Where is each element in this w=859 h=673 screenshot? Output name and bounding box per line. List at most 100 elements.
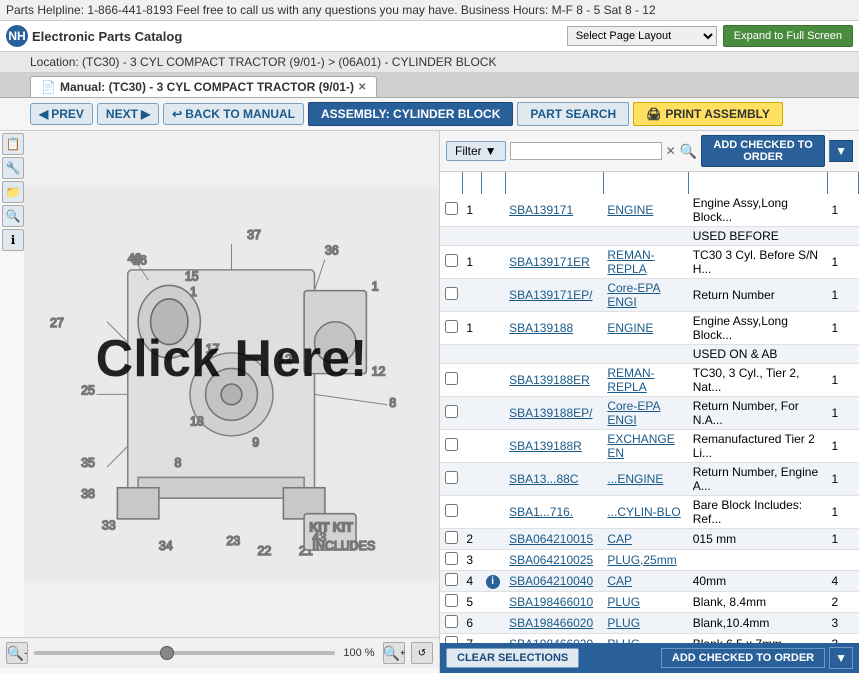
row-part-number[interactable]: SBA198466020 (505, 613, 603, 634)
info-icon[interactable]: i (486, 575, 500, 589)
row-checkbox[interactable] (445, 504, 458, 517)
table-row: 3SBA064210025PLUG,25mm (440, 550, 859, 571)
back-to-manual-button[interactable]: ↩ BACK TO MANUAL (163, 103, 304, 125)
row-checkbox[interactable] (445, 320, 458, 333)
row-part-number[interactable]: SBA064210015 (505, 529, 603, 550)
row-part-number[interactable]: SBA139188EP/ (505, 397, 603, 430)
expand-button[interactable]: Expand to Full Screen (723, 25, 853, 47)
diagram-area[interactable]: 27 26 25 37 36 1 35 38 33 34 23 22 21 20 (24, 131, 439, 637)
row-checkbox[interactable] (445, 471, 458, 484)
row-number (462, 364, 481, 397)
zoom-in-button[interactable]: 🔍+ (383, 642, 405, 664)
part-name-link[interactable]: ...CYLIN-BLO (607, 505, 680, 519)
part-number-link[interactable]: SBA139188 (509, 321, 573, 335)
row-part-number[interactable]: SBA139188ER (505, 364, 603, 397)
part-number-link[interactable]: SBA139171 (509, 203, 573, 217)
add-order-dropdown-icon[interactable]: ▼ (829, 140, 853, 162)
col-part-name: Part Name (603, 172, 688, 194)
col-part-num: Part # (505, 172, 603, 194)
row-checkbox[interactable] (445, 552, 458, 565)
row-part-name: REMAN-REPLA (603, 246, 688, 279)
part-number-link[interactable]: SBA198466010 (509, 595, 593, 609)
part-search-button[interactable]: PART SEARCH (517, 102, 629, 126)
back-icon: ↩ (172, 107, 182, 121)
zoom-slider-thumb[interactable] (160, 646, 174, 660)
row-checkbox[interactable] (445, 615, 458, 628)
row-part-number[interactable]: SBA13...88C (505, 463, 603, 496)
part-name-link[interactable]: CAP (607, 532, 632, 546)
part-name-link[interactable]: PLUG (607, 595, 640, 609)
row-checkbox[interactable] (445, 372, 458, 385)
filter-button[interactable]: Filter ▼ (446, 141, 506, 161)
layout-select[interactable]: Select Page Layout (567, 26, 717, 46)
filter-input[interactable] (510, 142, 662, 160)
part-number-link[interactable]: SBA198466020 (509, 616, 593, 630)
part-number-link[interactable]: SBA139188ER (509, 373, 590, 387)
clear-selections-button[interactable]: CLEAR SELECTIONS (446, 648, 579, 668)
svg-text:1: 1 (190, 285, 197, 299)
part-name-link[interactable]: ENGINE (607, 203, 653, 217)
row-part-number[interactable]: SBA198466030 (505, 634, 603, 644)
row-checkbox[interactable] (445, 438, 458, 451)
part-number-link[interactable]: SBA1...716. (509, 505, 573, 519)
sidebar-icon-3[interactable]: 📁 (2, 181, 24, 203)
zoom-slider-track[interactable] (34, 646, 335, 660)
row-part-number[interactable]: SBA139188 (505, 312, 603, 345)
row-checkbox[interactable] (445, 573, 458, 586)
part-name-link[interactable]: Core-EPA ENGI (607, 281, 660, 309)
part-name-link[interactable]: ...ENGINE (607, 472, 663, 486)
add-to-order-button[interactable]: ADD CHECKED TO ORDER (701, 135, 825, 167)
row-checkbox[interactable] (445, 287, 458, 300)
row-part-number[interactable]: SBA198466010 (505, 592, 603, 613)
part-name-link[interactable]: ENGINE (607, 321, 653, 335)
zoom-reset-button[interactable]: ↺ (411, 642, 433, 664)
next-button[interactable]: NEXT ▶ (97, 103, 159, 125)
sidebar-icon-1[interactable]: 📋 (2, 133, 24, 155)
row-part-number[interactable]: SBA064210040 (505, 571, 603, 592)
sidebar-icon-4[interactable]: 🔍 (2, 205, 24, 227)
filter-clear-icon[interactable]: ✕ (666, 144, 676, 158)
row-checkbox[interactable] (445, 531, 458, 544)
row-part-number[interactable]: SBA139171 (505, 194, 603, 227)
print-button[interactable]: 🖨 PRINT ASSEMBLY (633, 102, 783, 126)
parts-table-scroll[interactable]: # ! Part # Part Name Description Qty 1SB… (440, 172, 859, 643)
row-part-number[interactable]: SBA139188R (505, 430, 603, 463)
part-number-link[interactable]: SBA064210025 (509, 553, 593, 567)
part-number-link[interactable]: SBA13...88C (509, 472, 578, 486)
part-number-link[interactable]: SBA064210040 (509, 574, 593, 588)
part-number-link[interactable]: SBA064210015 (509, 532, 593, 546)
part-name-link[interactable]: Core-EPA ENGI (607, 399, 660, 427)
part-number-link[interactable]: SBA139171EP/ (509, 288, 592, 302)
sidebar-icon-2[interactable]: 🔧 (2, 157, 24, 179)
manual-tab[interactable]: 📄 Manual: (TC30) - 3 CYL COMPACT TRACTOR… (30, 76, 377, 97)
part-name-link[interactable]: CAP (607, 574, 632, 588)
part-number-link[interactable]: SBA139171ER (509, 255, 590, 269)
sidebar-icon-5[interactable]: ℹ (2, 229, 24, 251)
row-info[interactable]: i (482, 571, 505, 592)
zoom-out-button[interactable]: 🔍- (6, 642, 28, 664)
row-checkbox[interactable] (445, 636, 458, 643)
part-number-link[interactable]: SBA139188EP/ (509, 406, 592, 420)
row-part-number[interactable]: SBA1...716. (505, 496, 603, 529)
prev-button[interactable]: ◀ PREV (30, 103, 93, 125)
part-name-link[interactable]: REMAN-REPLA (607, 248, 654, 276)
row-checkbox[interactable] (445, 405, 458, 418)
part-name-link[interactable]: PLUG (607, 616, 640, 630)
part-name-link[interactable]: REMAN-REPLA (607, 366, 654, 394)
row-qty: 1 (827, 397, 858, 430)
row-checkbox[interactable] (445, 594, 458, 607)
tab-close-icon[interactable]: ✕ (358, 82, 366, 93)
bottom-add-order-button[interactable]: ADD CHECKED TO ORDER (661, 648, 825, 668)
row-part-name: Core-EPA ENGI (603, 397, 688, 430)
row-part-number[interactable]: SBA064210025 (505, 550, 603, 571)
filter-search-icon[interactable]: 🔍 (680, 143, 697, 160)
row-part-number[interactable]: SBA139171EP/ (505, 279, 603, 312)
row-checkbox[interactable] (445, 202, 458, 215)
row-part-number[interactable]: SBA139171ER (505, 246, 603, 279)
part-name-link[interactable]: PLUG,25mm (607, 553, 676, 567)
part-name-link[interactable]: EXCHANGE EN (607, 432, 674, 460)
part-number-link[interactable]: SBA139188R (509, 439, 582, 453)
row-checkbox[interactable] (445, 254, 458, 267)
row-number (462, 397, 481, 430)
bottom-dropdown-icon[interactable]: ▼ (829, 647, 853, 669)
